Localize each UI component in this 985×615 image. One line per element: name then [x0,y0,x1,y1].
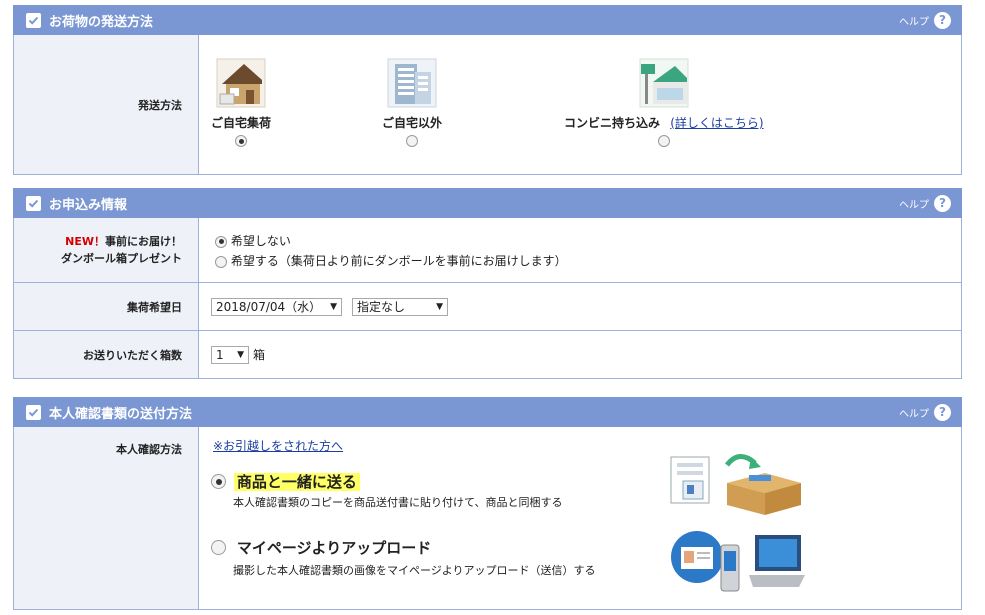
row-label: お送りいただく箱数 [14,331,199,378]
check-icon [26,12,41,28]
id-method-options: ※お引越しをされた方へ 商品と一緒に送る 本人確認書類のコピーを商品送付書に貼り… [199,427,961,609]
id-docs-section: 本人確認書類の送付方法 ヘルプ ? 本人確認方法 ※お引越しをされた方へ 商品と… [13,397,962,610]
help-button[interactable]: ヘルプ ? [899,11,951,29]
option-desc: 撮影した本人確認書類の画像をマイページよりアップロード（送信）する [233,564,596,577]
box-present-options: 希望しない 希望する（集荷日より前にダンボールを事前にお届けします） [199,218,961,282]
house-icon [216,58,266,111]
dropdown-arrow-icon: ▼ [330,301,337,312]
method-radio[interactable] [235,135,247,147]
dropdown-arrow-icon: ▼ [237,349,244,360]
building-icon [387,58,437,111]
radio[interactable] [215,235,227,248]
method-label: ご自宅以外 [382,116,443,130]
row-label: 発送方法 [14,35,199,174]
row-label: 集荷希望日 [14,283,199,330]
id-method-row: 本人確認方法 ※お引越しをされた方へ 商品と一緒に送る 本人確認書類のコピーを商… [13,427,962,610]
documents-into-box-icon [669,447,809,520]
option-desc: 本人確認書類のコピーを商品送付書に貼り付けて、商品と同梱する [233,496,563,509]
box-count-row: お送りいただく箱数 1 ▼ 箱 [13,331,962,379]
method-other-location[interactable]: ご自宅以外 [382,58,442,147]
help-label: ヘルプ [899,199,929,211]
help-question-icon: ? [934,11,951,29]
convenience-store-icon [639,58,689,111]
new-badge: NEW！ [65,235,105,248]
box-present-row: NEW！事前にお届け！ ダンボール箱プレゼント 希望しない 希望する（集荷日より… [13,218,962,283]
help-label: ヘルプ [899,16,929,28]
shipping-section-header: お荷物の発送方法 ヘルプ ? [13,5,962,35]
select-value: 指定なし [357,300,406,314]
method-radio[interactable] [406,135,418,147]
radio[interactable] [211,540,226,555]
pickup-date-select[interactable]: 2018/07/04（水） ▼ [211,297,342,316]
method-label: コンビニ持ち込み (詳しくはこちら) [564,114,764,131]
box-count-fields: 1 ▼ 箱 [199,331,961,378]
option-label: 希望する（集荷日より前にダンボールを事前にお届けします） [230,254,567,268]
box-present-label-line1: NEW！事前にお届け！ [65,233,182,250]
check-icon [26,404,41,420]
select-value: 1 [216,347,224,362]
id-option-upload-mypage[interactable]: マイページよりアップロード 撮影した本人確認書類の画像をマイページよりアップロー… [211,537,596,578]
pickup-time-select[interactable]: 指定なし ▼ [352,297,448,316]
shipping-method-options: ご自宅集荷 ご自宅以外 コンビニ持ち込み (詳しくはこちら) [199,35,961,174]
method-home-pickup[interactable]: ご自宅集荷 [211,58,271,147]
box-present-label-line2: ダンボール箱プレゼント [61,252,182,265]
phone-and-computer-icon [669,527,809,610]
help-button[interactable]: ヘルプ ? [899,194,951,212]
select-value: 2018/07/04（水） [216,300,322,314]
box-present-option-no[interactable]: 希望しない [215,231,961,251]
radio[interactable] [215,255,227,268]
shipping-section: お荷物の発送方法 ヘルプ ? 発送方法 ご自宅集荷 ご自宅以外 コンビニ持ち込み… [13,5,962,175]
help-question-icon: ? [934,403,951,421]
section-title: お申込み情報 [49,197,128,213]
id-option-send-with-items[interactable]: 商品と一緒に送る 本人確認書類のコピーを商品送付書に貼り付けて、商品と同梱する [211,471,562,510]
box-count-select[interactable]: 1 ▼ [211,345,249,364]
help-question-icon: ? [934,194,951,212]
help-button[interactable]: ヘルプ ? [899,403,951,421]
application-section-header: お申込み情報 ヘルプ ? [13,188,962,218]
box-count-unit: 箱 [253,348,266,362]
box-present-option-yes[interactable]: 希望する（集荷日より前にダンボールを事前にお届けします） [215,251,961,271]
row-label: 本人確認方法 [14,427,199,609]
option-title: 商品と一緒に送る [233,473,360,491]
id-docs-section-header: 本人確認書類の送付方法 ヘルプ ? [13,397,962,427]
check-icon [26,195,41,211]
method-convenience-store[interactable]: コンビニ持ち込み (詳しくはこちら) [564,58,764,147]
pickup-date-fields: 2018/07/04（水） ▼ 指定なし ▼ [199,283,961,330]
label-text: 事前にお届け！ [105,235,182,248]
shipping-method-row: 発送方法 ご自宅集荷 ご自宅以外 コンビニ持ち込み (詳しくはこちら) [13,35,962,175]
method-label: ご自宅集荷 [211,116,272,130]
section-title: 本人確認書類の送付方法 [49,406,193,422]
option-label: 希望しない [230,234,291,248]
application-section: お申込み情報 ヘルプ ? NEW！事前にお届け！ ダンボール箱プレゼント 希望し… [13,188,962,379]
details-link[interactable]: (詳しくはこちら) [670,116,763,130]
box-present-label: NEW！事前にお届け！ ダンボール箱プレゼント [14,218,199,282]
dropdown-arrow-icon: ▼ [436,301,443,312]
radio[interactable] [211,474,226,489]
moving-notice-link[interactable]: ※お引越しをされた方へ [213,437,343,454]
method-label-text: コンビニ持ち込み [564,116,661,130]
help-label: ヘルプ [899,408,929,420]
pickup-date-row: 集荷希望日 2018/07/04（水） ▼ 指定なし ▼ [13,283,962,331]
option-title: マイページよりアップロード [236,539,432,557]
section-title: お荷物の発送方法 [49,14,154,30]
method-radio[interactable] [657,135,670,147]
